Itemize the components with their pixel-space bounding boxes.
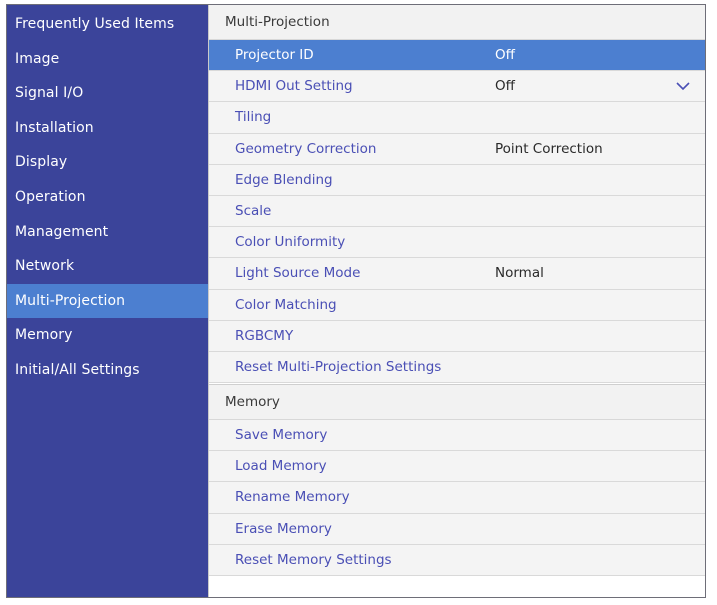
- menu-row-save-memory[interactable]: Save Memory: [209, 420, 705, 452]
- menu-row-erase-memory[interactable]: Erase Memory: [209, 513, 705, 545]
- menu-row-projector-id[interactable]: Projector ID Off: [209, 40, 705, 72]
- row-label: Color Uniformity: [235, 234, 346, 251]
- menu-row-edge-blending[interactable]: Edge Blending: [209, 164, 705, 196]
- section-header-multi-projection: Multi-Projection: [209, 5, 705, 40]
- row-value: Off: [495, 47, 515, 63]
- sidebar-item-signal-io[interactable]: Signal I/O: [7, 76, 208, 111]
- projector-menu-window: Frequently Used Items Image Signal I/O I…: [6, 4, 706, 598]
- sidebar-item-network[interactable]: Network: [7, 249, 208, 284]
- row-label: Color Matching: [235, 296, 337, 313]
- chevron-down-icon[interactable]: [675, 71, 691, 102]
- menu-row-load-memory[interactable]: Load Memory: [209, 451, 705, 483]
- row-label: Projector ID: [235, 47, 314, 63]
- menu-row-rename-memory[interactable]: Rename Memory: [209, 482, 705, 514]
- section-header-memory: Memory: [209, 384, 705, 421]
- sidebar-item-multi-projection[interactable]: Multi-Projection: [7, 283, 208, 319]
- row-value: Point Correction: [495, 140, 603, 157]
- menu-row-hdmi-out-setting[interactable]: HDMI Out Setting Off: [209, 71, 705, 103]
- sidebar-item-installation[interactable]: Installation: [7, 111, 208, 146]
- row-label: Reset Memory Settings: [235, 551, 392, 568]
- sidebar-item-image[interactable]: Image: [7, 42, 208, 77]
- menu-row-scale[interactable]: Scale: [209, 195, 705, 228]
- menu-row-geometry-correction[interactable]: Geometry Correction Point Correction: [209, 133, 705, 165]
- row-label: HDMI Out Setting: [235, 78, 353, 95]
- sidebar-item-frequently-used-items[interactable]: Frequently Used Items: [7, 7, 208, 42]
- row-label: Reset Multi-Projection Settings: [235, 358, 442, 375]
- row-value: Normal: [495, 265, 544, 282]
- sidebar-item-display[interactable]: Display: [7, 145, 208, 180]
- row-label: Tiling: [235, 109, 272, 126]
- row-label: Save Memory: [235, 427, 328, 444]
- row-label: Rename Memory: [235, 489, 350, 506]
- menu-row-reset-multi-projection-settings[interactable]: Reset Multi-Projection Settings: [209, 351, 705, 384]
- menu-row-rgbcmy[interactable]: RGBCMY: [209, 320, 705, 352]
- row-label: Scale: [235, 202, 272, 219]
- sidebar-item-management[interactable]: Management: [7, 215, 208, 250]
- sidebar-item-memory[interactable]: Memory: [7, 318, 208, 353]
- menu-row-light-source-mode[interactable]: Light Source Mode Normal: [209, 258, 705, 290]
- sidebar-item-initial-all-settings[interactable]: Initial/All Settings: [7, 353, 208, 388]
- menu-row-color-uniformity[interactable]: Color Uniformity: [209, 227, 705, 259]
- menu-row-reset-memory-settings[interactable]: Reset Memory Settings: [209, 544, 705, 576]
- row-label: Geometry Correction: [235, 140, 377, 157]
- sidebar: Frequently Used Items Image Signal I/O I…: [7, 5, 208, 597]
- row-label: Light Source Mode: [235, 265, 361, 282]
- menu-row-color-matching[interactable]: Color Matching: [209, 289, 705, 321]
- row-value: Off: [495, 78, 515, 95]
- row-label: RGBCMY: [235, 327, 294, 344]
- menu-row-tiling[interactable]: Tiling: [209, 102, 705, 134]
- sidebar-item-operation[interactable]: Operation: [7, 180, 208, 215]
- settings-panel: Multi-Projection Projector ID Off HDMI O…: [208, 5, 705, 597]
- row-label: Load Memory: [235, 458, 327, 475]
- row-label: Erase Memory: [235, 520, 332, 537]
- row-label: Edge Blending: [235, 171, 333, 188]
